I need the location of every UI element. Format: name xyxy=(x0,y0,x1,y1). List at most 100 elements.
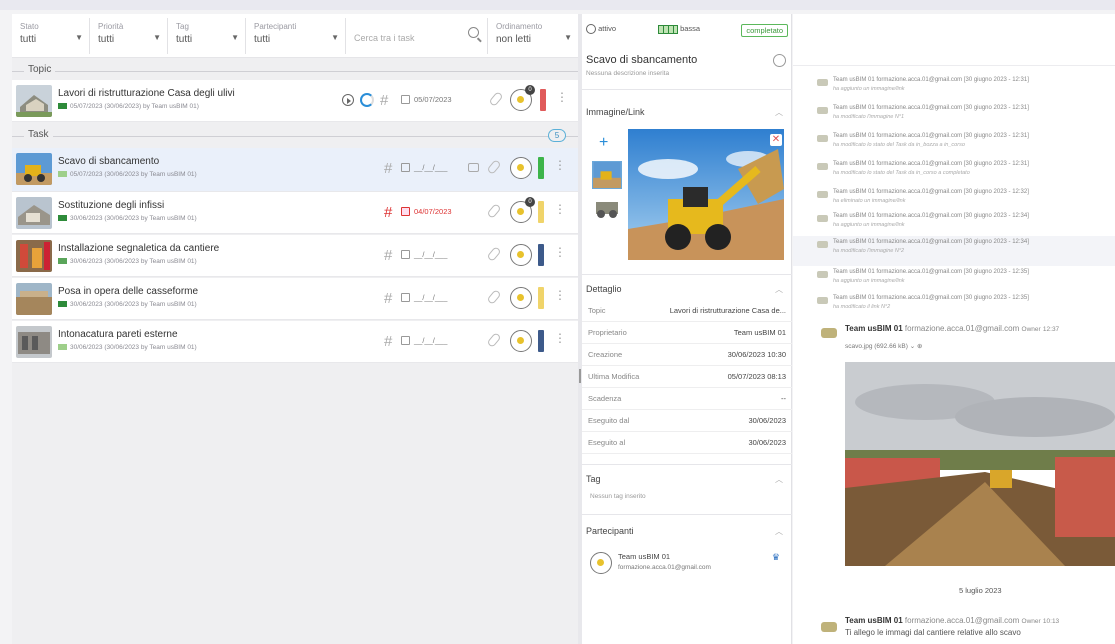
activity-text: ha aggiunto un immagine/link xyxy=(833,222,905,228)
more-icon[interactable]: ⋮ xyxy=(554,331,566,345)
avatar[interactable] xyxy=(510,244,532,266)
attachment-icon[interactable] xyxy=(486,332,502,348)
avatar xyxy=(817,191,828,198)
color-tag[interactable] xyxy=(538,330,544,352)
image-thumb-1[interactable] xyxy=(592,161,622,189)
more-icon[interactable]: ⋮ xyxy=(554,202,566,216)
image-preview[interactable] xyxy=(628,129,784,260)
attachment-file[interactable]: scavo.jpg (692.66 kB) ⌄ ⊕ xyxy=(845,342,922,350)
activity-item: Team usBIM 01 formazione.acca.01@gmail.c… xyxy=(793,102,1115,132)
calendar-icon[interactable] xyxy=(401,95,410,104)
task-row[interactable]: Sostituzione degli infissi 30/06/2023 (3… xyxy=(12,192,578,234)
app-root: Stato tutti ▼ Priorità tutti ▼ Tag tutti… xyxy=(12,14,1115,644)
task-subtitle: 30/06/2023 (30/06/2023 by Team usBIM 01) xyxy=(58,301,197,308)
priority-toggle[interactable]: bassa xyxy=(658,24,700,34)
hash-icon[interactable]: # xyxy=(384,290,392,307)
message-image[interactable] xyxy=(845,362,1115,566)
divider xyxy=(12,71,578,72)
calendar-icon[interactable] xyxy=(401,250,410,259)
topic-section-header: Topic xyxy=(12,64,578,78)
divider xyxy=(582,514,792,515)
filter-priorita[interactable]: Priorità tutti ▼ xyxy=(90,17,168,54)
attachment-icon[interactable] xyxy=(488,91,504,107)
hash-icon[interactable]: # xyxy=(384,333,392,350)
sort-select[interactable]: Ordinamento non letti ▼ xyxy=(488,18,578,54)
close-icon[interactable]: ✕ xyxy=(770,134,782,146)
task-row[interactable]: Installazione segnaletica da cantiere 30… xyxy=(12,235,578,277)
search-placeholder: Cerca tra i task xyxy=(354,32,415,43)
attachment-icon[interactable] xyxy=(486,246,502,262)
task-section-label: Task xyxy=(24,129,53,140)
detail-key: Proprietario xyxy=(588,328,627,337)
calendar-icon[interactable] xyxy=(401,336,410,345)
calendar-icon[interactable] xyxy=(401,207,410,216)
detail-row-modified: Ultima Modifica 05/07/2023 08:13 xyxy=(582,366,792,388)
color-tag[interactable] xyxy=(540,89,546,111)
hash-icon[interactable]: # xyxy=(384,160,392,177)
calendar-icon[interactable] xyxy=(401,163,410,172)
activity-text: ha modificato l'immagine N°1 xyxy=(833,114,905,120)
more-icon[interactable]: ⋮ xyxy=(554,288,566,302)
filter-tag[interactable]: Tag tutti ▼ xyxy=(168,17,246,54)
hash-icon[interactable]: # xyxy=(384,247,392,264)
chat-icon[interactable] xyxy=(468,163,479,172)
detail-value[interactable]: Lavori di ristrutturazione Casa de... xyxy=(670,306,786,315)
avatar[interactable] xyxy=(510,157,532,179)
task-row[interactable]: Scavo di sbancamento 05/07/2023 (30/06/2… xyxy=(12,148,578,192)
image-thumb-2[interactable] xyxy=(592,194,622,222)
filter-partecipanti[interactable]: Partecipanti tutti ▼ xyxy=(246,17,346,54)
task-thumbnail xyxy=(16,283,52,315)
attachment-icon[interactable] xyxy=(486,289,502,305)
more-icon[interactable]: ⋮ xyxy=(554,158,566,172)
splitter-handle-icon[interactable] xyxy=(579,369,581,383)
color-tag[interactable] xyxy=(538,157,544,179)
task-subtitle: 30/06/2023 (30/06/2023 by Team usBIM 01) xyxy=(58,344,197,351)
detail-row-done-from[interactable]: Eseguito dal 30/06/2023 xyxy=(582,410,792,432)
filter-label: Tag xyxy=(176,21,189,31)
chevron-down-icon[interactable]: ⌄ xyxy=(910,343,915,350)
detail-row-done-to[interactable]: Eseguito al 30/06/2023 xyxy=(582,432,792,454)
play-icon[interactable] xyxy=(342,94,354,106)
detail-key: Topic xyxy=(588,306,606,315)
detail-key: Creazione xyxy=(588,350,623,359)
status-badge[interactable]: completato xyxy=(741,24,788,37)
participant-item[interactable]: Team usBIM 01 formazione.acca.01@gmail.c… xyxy=(588,548,784,582)
color-tag[interactable] xyxy=(538,201,544,223)
task-row[interactable]: Posa in opera delle casseforme 30/06/202… xyxy=(12,278,578,320)
priority-low-icon xyxy=(58,171,67,178)
calendar-icon[interactable] xyxy=(401,293,410,302)
add-image-icon[interactable]: + xyxy=(599,134,608,152)
hash-icon[interactable]: # xyxy=(380,92,388,109)
activity-header xyxy=(793,14,1115,66)
task-subtitle: 05/07/2023 (30/06/2023 by Team usBIM 01) xyxy=(58,171,197,178)
message-email: formazione.acca.01@gmail.com xyxy=(904,324,1020,333)
chevron-down-icon: ▼ xyxy=(331,32,339,42)
filter-stato[interactable]: Stato tutti ▼ xyxy=(12,17,90,54)
chevron-up-icon[interactable]: ︿ xyxy=(775,284,783,295)
color-tag[interactable] xyxy=(538,287,544,309)
attachment-icon[interactable] xyxy=(486,159,502,175)
topic-row[interactable]: Lavori di ristrutturazione Casa degli ul… xyxy=(12,80,578,122)
detail-row-deadline[interactable]: Scadenza -- xyxy=(582,388,792,410)
status-toggle[interactable]: attivo xyxy=(586,24,616,35)
detail-title: Scavo di sbancamento xyxy=(586,54,698,66)
search-input[interactable]: Cerca tra i task xyxy=(346,17,488,54)
color-tag[interactable] xyxy=(538,244,544,266)
hash-icon[interactable]: # xyxy=(384,204,392,221)
avatar[interactable] xyxy=(510,287,532,309)
task-row[interactable]: Intonacatura pareti esterne 30/06/2023 (… xyxy=(12,321,578,363)
topic-section-label: Topic xyxy=(24,64,56,75)
download-icon[interactable]: ⊕ xyxy=(917,343,922,350)
more-icon[interactable]: ⋮ xyxy=(556,90,568,104)
task-thumbnail xyxy=(16,197,52,229)
chevron-up-icon[interactable]: ︿ xyxy=(775,474,783,485)
chevron-up-icon[interactable]: ︿ xyxy=(775,107,783,118)
edit-icon[interactable] xyxy=(773,54,786,67)
chevron-up-icon[interactable]: ︿ xyxy=(775,526,783,537)
avatar[interactable] xyxy=(510,330,532,352)
attachment-icon[interactable] xyxy=(486,203,502,219)
more-icon[interactable]: ⋮ xyxy=(554,245,566,259)
notification-badge: 0 xyxy=(525,197,535,207)
detail-value: 05/07/2023 08:13 xyxy=(727,372,786,381)
priority-label: bassa xyxy=(680,24,701,33)
